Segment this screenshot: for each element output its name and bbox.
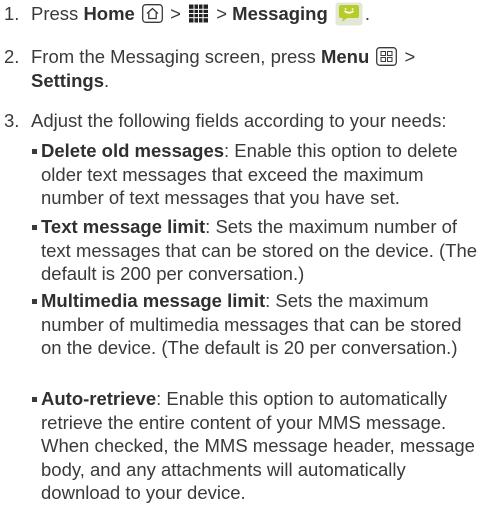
option-text: Delete old messages: Enable this option … [41,139,486,210]
home-key-icon [142,4,163,23]
option-text-message-limit: Text message limit: Sets the maximum num… [32,215,486,286]
option-text: Multimedia message limit: Sets the maxim… [41,289,486,360]
separator: > [170,3,181,24]
bullet-mark [32,397,37,402]
press-text: Press [31,3,79,24]
option-term: Text message limit [41,216,206,237]
instruction-page: 1. Press Home > > Messaging . 2. From th… [0,0,492,508]
step-number: 2. [4,46,20,67]
bullet-mark [32,149,37,154]
messaging-label: Messaging [232,3,328,24]
option-term: Multimedia message limit [41,290,266,311]
applications-grid-icon [188,4,209,23]
separator: > [404,46,416,67]
option-term: Delete old messages [41,140,225,161]
step-text: From the Messaging screen, press Menu > … [31,45,486,92]
step-2: 2. From the Messaging screen, press Menu… [4,45,486,92]
step-number: 1. [4,3,20,24]
step-number: 3. [4,110,20,131]
step-1: 1. Press Home > > Messaging . [4,2,486,26]
separator: > [216,3,228,24]
option-text: Auto-retrieve: Enable this option to aut… [41,387,486,505]
option-text: Text message limit: Sets the maximum num… [41,215,486,286]
period: . [103,69,110,91]
step-text: Press Home > > Messaging . [31,2,486,26]
step-text: Adjust the following fields according to… [31,110,447,131]
bullet-mark [32,225,37,230]
option-delete-old-messages: Delete old messages: Enable this option … [32,139,486,210]
menu-key-icon [376,47,398,66]
step-3: 3. Adjust the following fields according… [4,109,486,133]
home-key-label: Home [83,3,135,24]
menu-key-label: Menu [320,46,370,67]
step-2-intro: From the Messaging screen, press [31,46,316,67]
period: . [364,3,371,24]
option-auto-retrieve: Auto-retrieve: Enable this option to aut… [32,387,486,505]
messaging-app-icon [335,2,363,26]
settings-label: Settings [31,69,104,91]
option-multimedia-message-limit: Multimedia message limit: Sets the maxim… [32,289,486,360]
bullet-mark [32,299,37,304]
option-term: Auto-retrieve [41,388,157,409]
